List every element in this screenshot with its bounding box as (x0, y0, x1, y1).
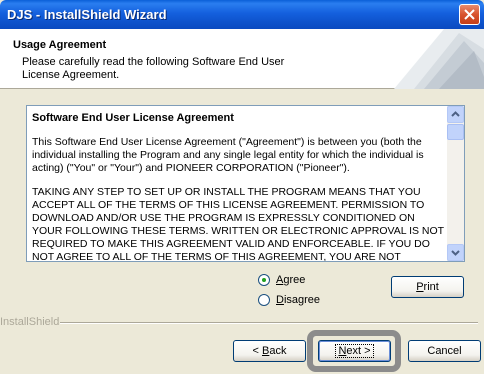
agree-radio-option[interactable]: Agree (258, 274, 305, 286)
license-heading: Software End User License Agreement (32, 112, 234, 124)
disagree-label[interactable]: Disagree (276, 294, 320, 306)
disagree-radio-option[interactable]: Disagree (258, 294, 320, 306)
license-content: Software End User License Agreement This… (32, 112, 444, 261)
footer-separator: InstallShield (0, 316, 484, 336)
license-text-area[interactable]: Software End User License Agreement This… (26, 105, 465, 262)
vertical-scrollbar[interactable] (447, 106, 464, 261)
arrow-up-icon (451, 111, 460, 117)
close-icon (464, 9, 475, 20)
scroll-up-button[interactable] (447, 106, 464, 123)
window-title: DJS - InstallShield Wizard (7, 7, 167, 22)
scroll-thumb[interactable] (447, 124, 464, 140)
wizard-graphic (394, 29, 484, 89)
page-title: Usage Agreement (13, 39, 107, 51)
license-paragraph-1: This Software End User License Agreement… (32, 136, 424, 174)
cancel-button[interactable]: Cancel (408, 340, 481, 362)
installshield-brand: InstallShield (0, 316, 60, 328)
disagree-radio[interactable] (258, 294, 270, 306)
license-paragraph-2: TAKING ANY STEP TO SET UP OR INSTALL THE… (32, 186, 444, 261)
next-button-highlight (307, 330, 401, 372)
back-button[interactable]: < Back (233, 340, 306, 362)
agree-label[interactable]: Agree (276, 274, 305, 286)
separator-line (60, 322, 478, 324)
arrow-down-icon (451, 250, 460, 256)
wizard-header: Usage Agreement Please carefully read th… (0, 29, 484, 89)
agree-radio[interactable] (258, 274, 270, 286)
title-bar[interactable]: DJS - InstallShield Wizard (0, 0, 484, 29)
scroll-down-button[interactable] (447, 244, 464, 261)
print-button[interactable]: Print (391, 276, 464, 298)
close-button[interactable] (459, 4, 480, 25)
page-subtitle: Please carefully read the following Soft… (22, 56, 285, 81)
